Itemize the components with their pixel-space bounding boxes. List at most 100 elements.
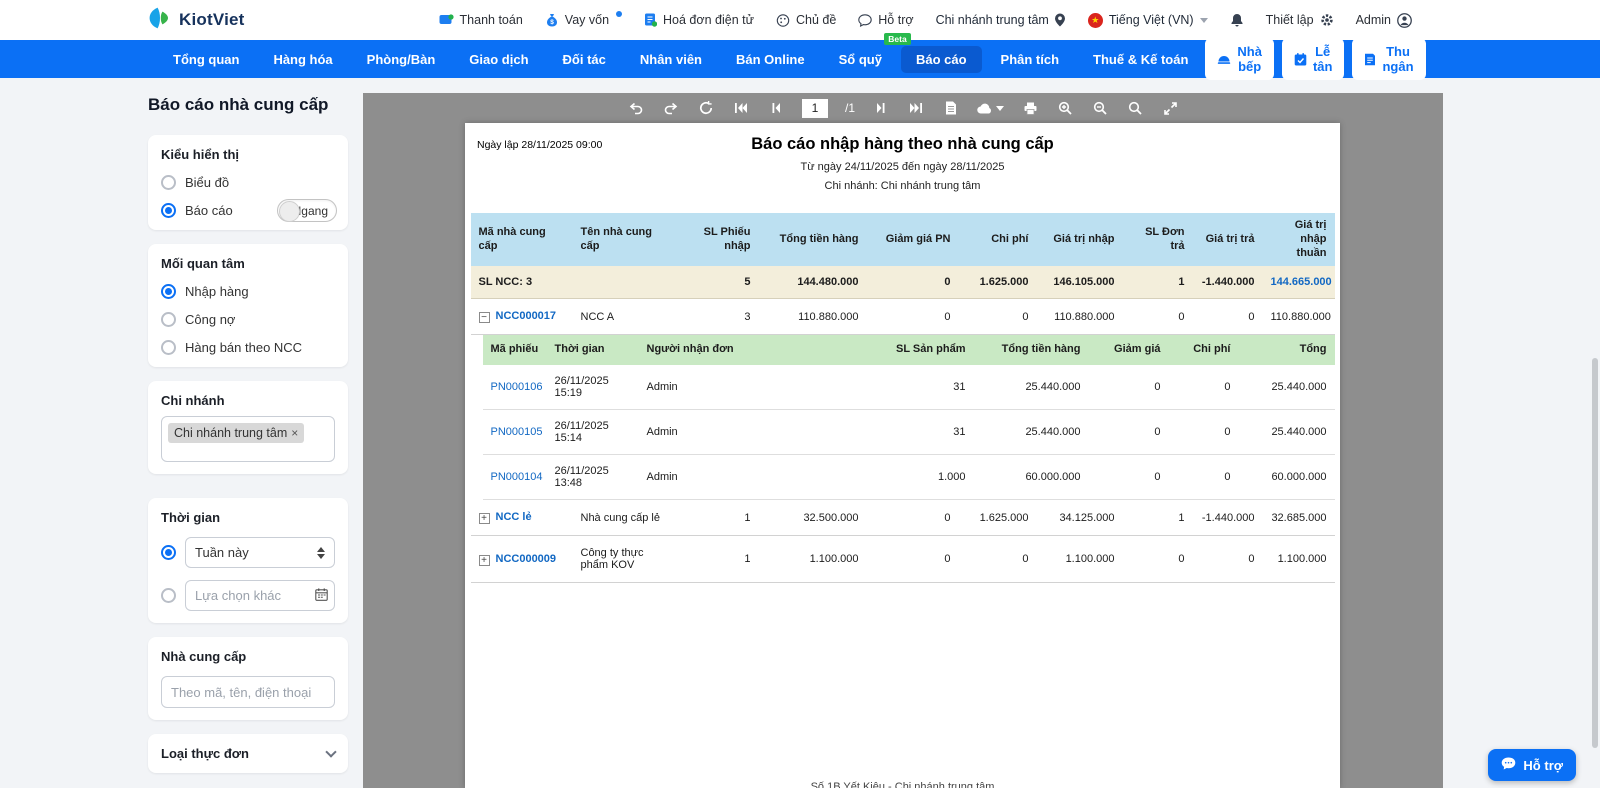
select-stepper-icon [317, 547, 325, 559]
top-menu-item-label: Chủ đề [796, 13, 836, 27]
export-document-button[interactable] [942, 99, 960, 117]
nav-item[interactable]: Hàng hóa [258, 46, 347, 73]
nav-item[interactable]: Đối tác [548, 46, 621, 73]
radio-checked[interactable] [161, 545, 176, 560]
refresh-button[interactable] [697, 99, 715, 117]
display-type-card: Kiểu hiển thị Biểu đồ Báo cáo Ngang [148, 135, 348, 230]
receipt-value: 60.000.000 [1239, 455, 1335, 500]
next-page-button[interactable] [872, 99, 890, 117]
zoom-out-button[interactable] [1091, 99, 1109, 117]
radio-unchecked[interactable] [161, 340, 176, 355]
branch-tag-input[interactable]: Chi nhánh trung tâm × [161, 416, 335, 462]
user-menu[interactable]: Admin [1356, 13, 1412, 28]
concern-option-debt[interactable]: Công nợ [161, 312, 335, 327]
radio-checked[interactable] [161, 203, 176, 218]
page-number-input[interactable]: 1 [802, 99, 828, 118]
radio-label: Nhập hàng [185, 284, 249, 299]
report-branch-line: Chi nhánh: Chi nhánh trung tâm [465, 180, 1340, 192]
receipt-code-link[interactable]: PN000105 [491, 426, 543, 438]
receipt-column-header: Mã phiếu [483, 335, 547, 365]
supplier-value-cell: 0 [1123, 299, 1193, 335]
notifications-button[interactable] [1230, 13, 1244, 27]
top-menu-item[interactable]: Hoá đơn điện tử [644, 13, 754, 27]
display-type-option-report[interactable]: Báo cáo Ngang [161, 203, 335, 218]
display-type-option-chart[interactable]: Biểu đồ [161, 175, 335, 190]
concern-option-purchase[interactable]: Nhập hàng [161, 284, 335, 299]
supplier-code-link[interactable]: NCC000017 [496, 310, 557, 322]
custom-date-input[interactable] [185, 580, 335, 611]
redo-button[interactable] [662, 99, 680, 117]
supplier-code-link[interactable]: NCC lẻ [496, 511, 532, 523]
fullscreen-button[interactable] [1161, 99, 1179, 117]
supplier-filter-title: Nhà cung cấp [161, 649, 335, 664]
vertical-scrollbar[interactable] [1592, 358, 1598, 748]
supplier-value-cell: 3 [679, 299, 759, 335]
undo-button[interactable] [627, 99, 645, 117]
first-page-button[interactable] [732, 99, 750, 117]
column-header: Tổng tiền hàng [759, 213, 867, 266]
expand-icon[interactable]: + [479, 513, 490, 524]
nav-item[interactable]: Báo cáo [901, 46, 982, 73]
print-button[interactable] [1021, 99, 1039, 117]
search-button[interactable] [1126, 99, 1144, 117]
supplier-value-cell: 1.625.000 [959, 500, 1037, 536]
report-viewer: 1 /1 Ngày lập 28/11/2025 09:00 Báo cáo n… [363, 93, 1443, 788]
menu-type-card[interactable]: Loại thực đơn [148, 734, 348, 773]
radio-checked[interactable] [161, 284, 176, 299]
username-label: Admin [1356, 13, 1391, 27]
supplier-code-link[interactable]: NCC000009 [496, 553, 557, 565]
nav-item[interactable]: Phân tích [986, 46, 1075, 73]
e-invoice-icon [644, 13, 657, 27]
concern-option-sales-by-supplier[interactable]: Hàng bán theo NCC [161, 340, 335, 355]
supplier-value-cell: 1.100.000 [759, 536, 867, 583]
download-button[interactable] [977, 103, 1004, 114]
collapse-icon[interactable]: − [479, 312, 490, 323]
branch-selector[interactable]: Chi nhánh trung tâm [936, 13, 1066, 27]
support-fab-button[interactable]: Hỗ trợ [1488, 749, 1576, 781]
time-preset-select[interactable]: Tuần này [185, 537, 335, 568]
radio-unchecked[interactable] [161, 588, 176, 603]
top-menu: Thanh toán $Vay vốn Hoá đơn điện tử Chủ đề H… [439, 13, 914, 27]
supplier-search-input[interactable] [161, 676, 335, 708]
radio-unchecked[interactable] [161, 175, 176, 190]
nav-item[interactable]: Giao dịch [454, 46, 543, 73]
orientation-toggle[interactable]: Ngang [277, 199, 337, 222]
expand-icon[interactable]: + [479, 555, 490, 566]
quick-button-reception[interactable]: Lễ tân [1282, 38, 1345, 80]
receipt-code-link[interactable]: PN000106 [491, 381, 543, 393]
last-page-button[interactable] [907, 99, 925, 117]
radio-unchecked[interactable] [161, 312, 176, 327]
previous-page-button[interactable] [767, 99, 785, 117]
supplier-value-cell: 1.100.000 [1037, 536, 1123, 583]
language-selector[interactable]: ★ Tiếng Việt (VN) [1088, 13, 1208, 28]
nav-item[interactable]: Bán Online [721, 46, 820, 73]
column-header: SL Đơn trả [1123, 213, 1193, 266]
top-menu-item[interactable]: Hỗ trợBeta [858, 13, 913, 27]
nav-item[interactable]: Thuế & Kế toán [1078, 46, 1203, 73]
chat-bubble-icon [1501, 757, 1516, 773]
summary-empty [573, 266, 679, 299]
receipt-header-row: Mã phiếuThời gianNgười nhận đơnSL Sản ph… [483, 335, 1335, 365]
table-header-row: Mã nhà cung cấp Tên nhà cung cấp SL Phiế… [471, 213, 1335, 266]
receipt-code-link[interactable]: PN000104 [491, 471, 543, 483]
zoom-in-button[interactable] [1056, 99, 1074, 117]
nav-item[interactable]: Sổ quỹ [824, 46, 897, 73]
nav-item[interactable]: Tổng quan [158, 46, 254, 73]
settings-button[interactable]: Thiết lập [1266, 13, 1334, 27]
top-menu-item[interactable]: $Vay vốn [545, 13, 622, 27]
remove-tag-icon[interactable]: × [291, 426, 298, 440]
quick-button-kitchen[interactable]: Nhà bếp [1205, 38, 1274, 80]
top-menu-item[interactable]: Chủ đề [776, 13, 836, 27]
branch-tag: Chi nhánh trung tâm × [168, 423, 304, 443]
calendar-icon [315, 588, 328, 606]
orientation-toggle-label: Ngang [293, 204, 328, 218]
display-type-title: Kiểu hiển thị [161, 147, 335, 162]
quick-button-cashier[interactable]: Thu ngân [1352, 38, 1425, 80]
nav-item[interactable]: Phòng/Bàn [352, 46, 451, 73]
nav-item[interactable]: Nhân viên [625, 46, 717, 73]
notification-dot [616, 11, 622, 17]
support-fab-label: Hỗ trợ [1523, 758, 1563, 773]
brand-logo[interactable]: KiotViet [148, 6, 245, 35]
vietnam-flag-icon: ★ [1088, 13, 1103, 28]
top-menu-item[interactable]: Thanh toán [439, 13, 523, 27]
